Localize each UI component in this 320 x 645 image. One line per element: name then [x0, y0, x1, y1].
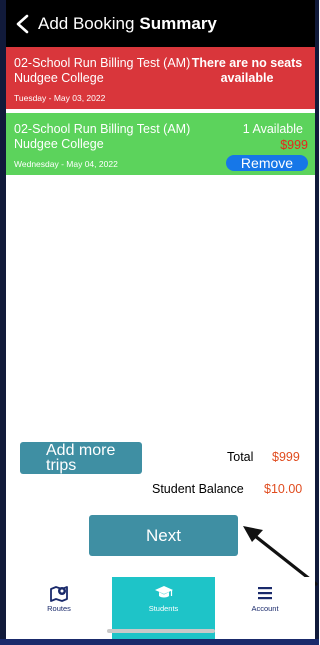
- map-pin-icon: [50, 586, 68, 602]
- app-screen: Add Booking Summary 02-School Run Billin…: [0, 0, 319, 645]
- tab-label: Students: [148, 604, 179, 613]
- add-more-trips-button[interactable]: Add more trips: [20, 442, 142, 474]
- tab-label: Account: [251, 604, 279, 613]
- booking-price: $999: [280, 138, 308, 152]
- back-label[interactable]: Add Booking: [38, 14, 134, 34]
- page-title: Summary: [139, 13, 217, 33]
- route-name: 02-School Run Billing Test (AM): [14, 56, 191, 70]
- booking-route: 02-School Run Billing Test (AM) Nudgee C…: [14, 56, 190, 86]
- tab-account[interactable]: Account: [215, 577, 315, 639]
- booking-date: Tuesday - May 03, 2022: [14, 93, 106, 103]
- tab-label: Routes: [47, 604, 71, 613]
- student-balance-label: Student Balance: [152, 482, 244, 496]
- total-label: Total: [227, 450, 254, 464]
- chevron-left-icon[interactable]: [14, 14, 32, 34]
- booking-card-available: 02-School Run Billing Test (AM) Nudgee C…: [6, 113, 315, 175]
- next-button[interactable]: Next: [89, 515, 238, 556]
- total-value: $999: [272, 450, 300, 464]
- seat-status: There are no seats available: [191, 56, 303, 85]
- graduation-cap-icon: [154, 586, 173, 598]
- school-name: Nudgee College: [14, 71, 104, 85]
- tab-routes[interactable]: Routes: [6, 577, 112, 639]
- route-name: 02-School Run Billing Test (AM): [14, 122, 191, 136]
- booking-date: Wednesday - May 04, 2022: [14, 159, 118, 169]
- header-bar: Add Booking Summary: [6, 0, 315, 47]
- booking-route: 02-School Run Billing Test (AM) Nudgee C…: [14, 122, 190, 152]
- remove-button[interactable]: Remove: [226, 155, 308, 171]
- booking-card-unavailable: 02-School Run Billing Test (AM) Nudgee C…: [6, 47, 315, 109]
- frame-border-bottom: [0, 639, 319, 645]
- school-name: Nudgee College: [14, 137, 104, 151]
- home-indicator[interactable]: [107, 629, 215, 633]
- menu-icon: [258, 587, 272, 600]
- seat-status: 1 Available: [242, 122, 303, 136]
- student-balance-value: $10.00: [264, 482, 303, 496]
